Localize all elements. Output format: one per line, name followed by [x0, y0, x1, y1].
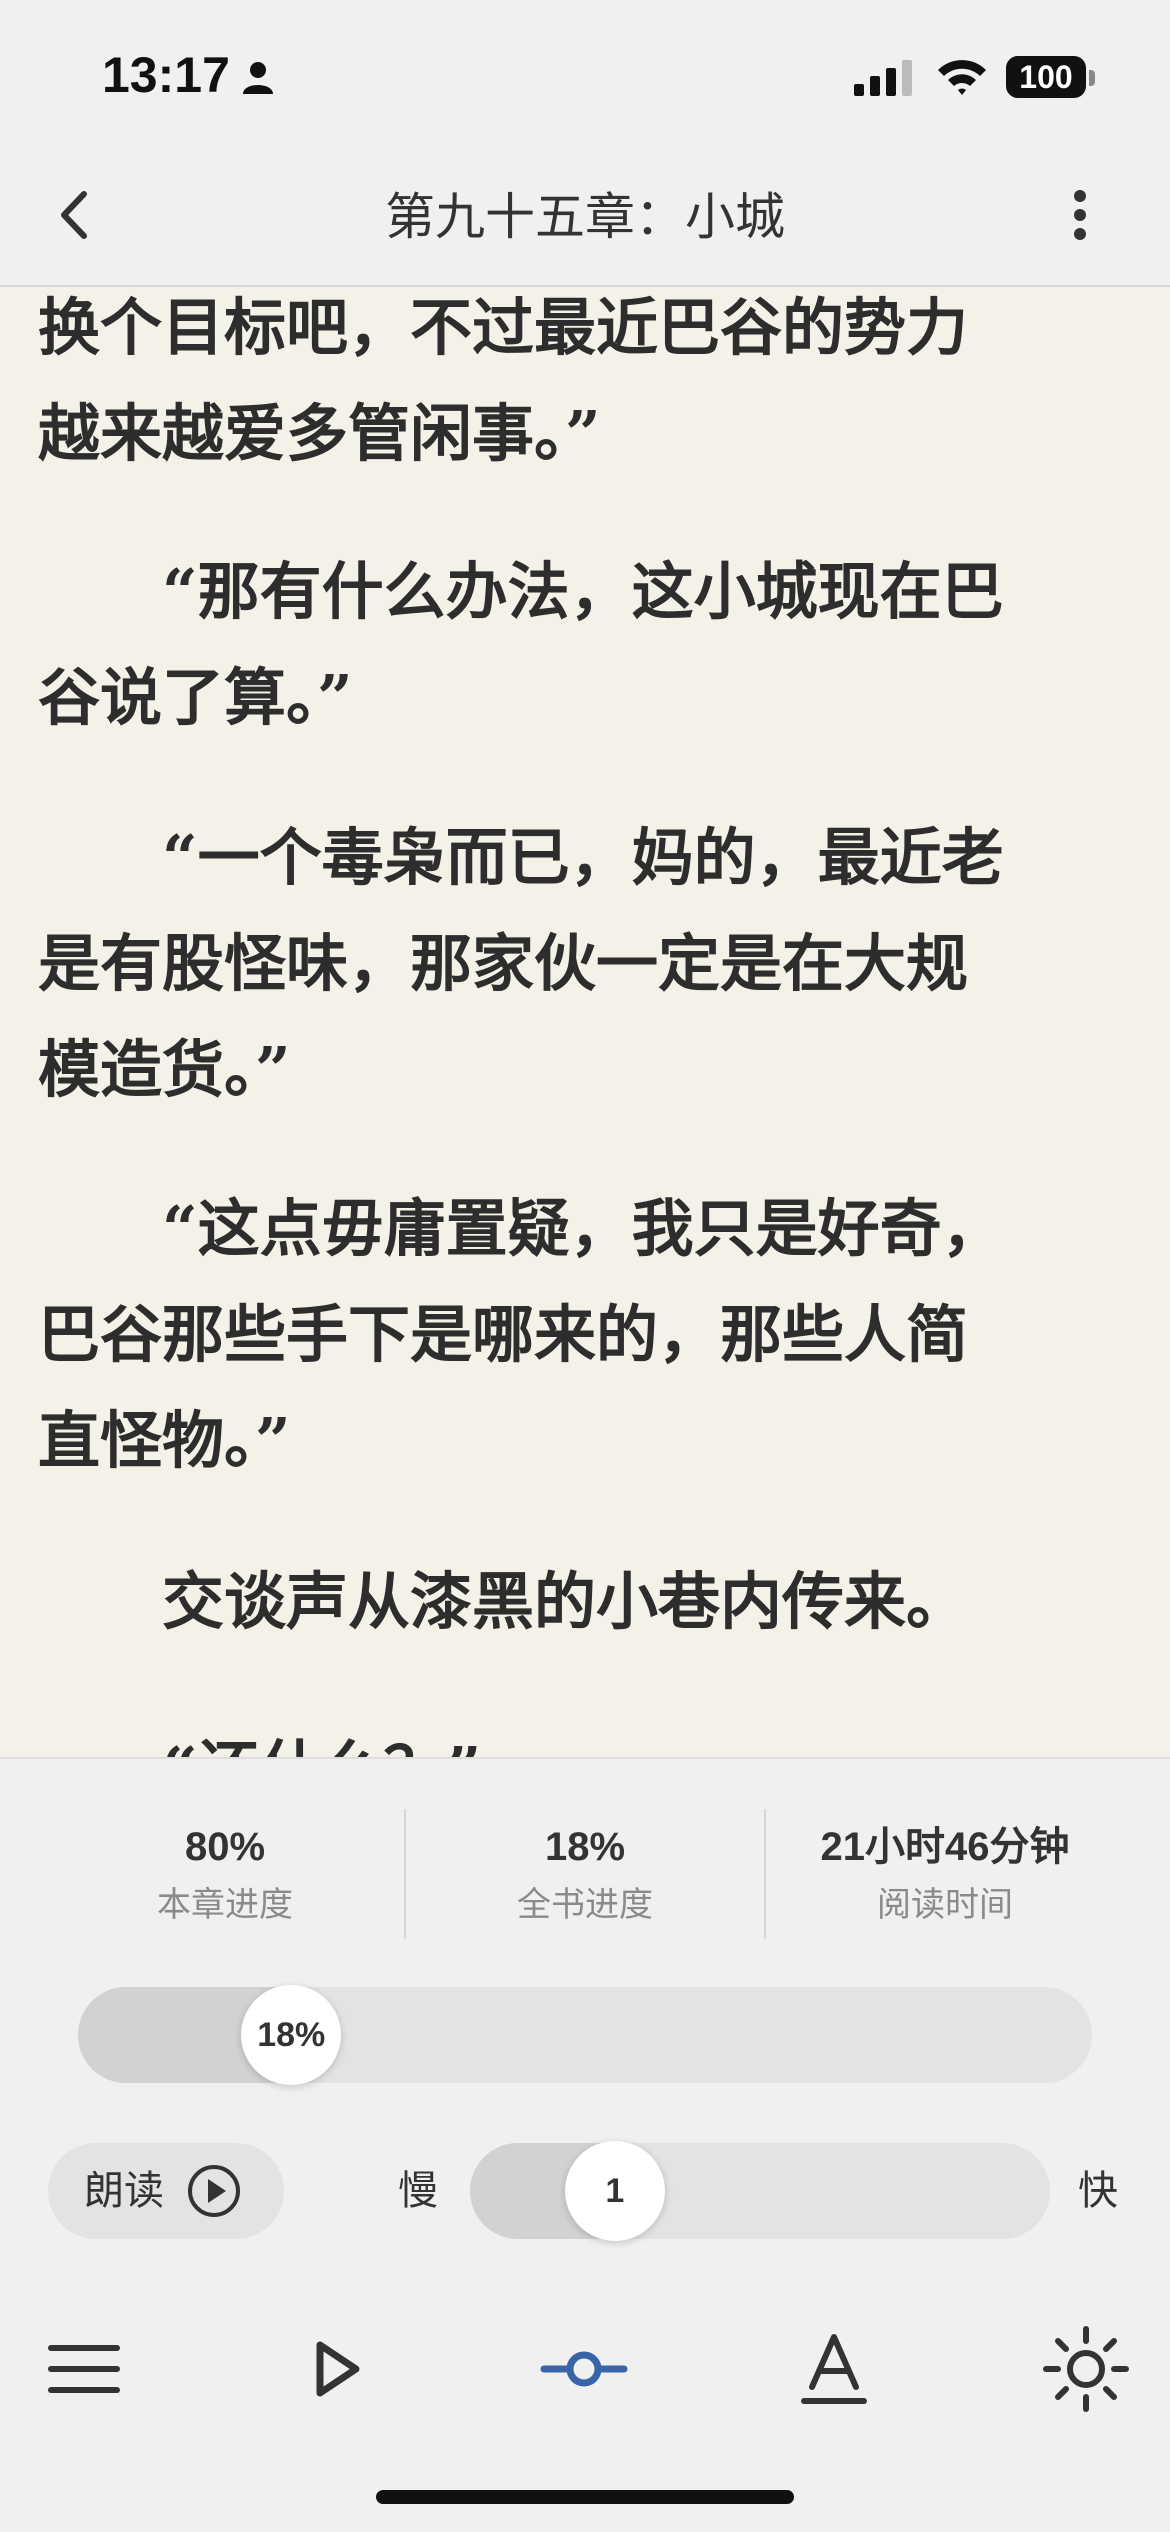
reader-screen: 13:17 100 第九十五章：小城 换个目标吧，不过最近巴谷的势力 越来越爱多…: [0, 0, 1170, 2532]
paragraph: “那有什么办法，这小城现在巴 谷说了算。”: [38, 555, 1004, 734]
battery-cap: [1089, 70, 1095, 86]
status-time: 13:17: [102, 47, 230, 103]
speed-fast-label: 快: [1078, 2168, 1118, 2214]
reading-area[interactable]: 换个目标吧，不过最近巴谷的势力 越来越爱多管闲事。” “那有什么办法，这小城现在…: [0, 287, 1170, 1757]
chapter-progress-stat: 80% 本章进度: [45, 1819, 405, 1935]
chapter-title: 第九十五章：小城: [385, 188, 785, 246]
more-vertical-icon[interactable]: [1050, 180, 1110, 250]
person-icon: [243, 62, 273, 94]
progress-slider-thumb[interactable]: 18%: [241, 1985, 342, 2085]
book-progress-value: 18%: [544, 1825, 626, 1869]
font-icon[interactable]: [784, 2319, 884, 2419]
paragraph: 交谈声从漆黑的小巷内传来。: [38, 1565, 969, 1638]
reading-time-label: 阅读时间: [877, 1885, 1013, 1925]
book-progress-stat: 18% 全书进度: [405, 1819, 765, 1935]
wifi-icon: [938, 60, 986, 95]
paragraph: “一个毒枭而已，妈的，最近老 是有股怪味，那家伙一定是在大规 模造货。”: [38, 821, 1004, 1106]
read-aloud-button[interactable]: 朗读: [48, 2143, 284, 2239]
read-aloud-label: 朗读: [84, 2168, 164, 2214]
battery-icon: 100: [1006, 56, 1086, 98]
chevron-left-icon[interactable]: [40, 180, 110, 250]
play-icon[interactable]: [286, 2319, 386, 2419]
play-circle-icon: [188, 2165, 240, 2217]
speed-slider-thumb[interactable]: 1: [564, 2141, 665, 2241]
reading-time-stat: 21小时46分钟 阅读时间: [765, 1819, 1125, 1935]
speed-slow-label: 慢: [398, 2168, 438, 2214]
nav-bar: 第九十五章：小城: [0, 150, 1170, 287]
book-progress-label: 全书进度: [517, 1885, 653, 1925]
progress-icon[interactable]: [534, 2319, 634, 2419]
paragraph: “这点毋庸置疑，我只是好奇， 巴谷那些手下是哪来的，那些人简 直怪物。”: [38, 1192, 1004, 1477]
status-bar: 13:17 100: [0, 0, 1170, 150]
speech-speed-slider[interactable]: [470, 2143, 1050, 2239]
cellular-signal-icon: [854, 60, 912, 96]
chapter-progress-value: 80%: [184, 1825, 266, 1869]
reading-time-value: 21小时46分钟: [820, 1825, 1070, 1869]
home-indicator[interactable]: [376, 2490, 794, 2504]
menu-icon[interactable]: [34, 2319, 134, 2419]
paragraph: 换个目标吧，不过最近巴谷的势力 越来越爱多管闲事。”: [38, 291, 969, 470]
paragraph: “还什么？”: [38, 1717, 1138, 1757]
reader-control-panel: 80% 本章进度 18% 全书进度 21小时46分钟 阅读时间 18% 朗读 慢: [0, 1757, 1170, 2532]
brightness-icon[interactable]: [1036, 2319, 1136, 2419]
chapter-progress-label: 本章进度: [157, 1885, 293, 1925]
book-progress-slider[interactable]: [78, 1987, 1092, 2083]
